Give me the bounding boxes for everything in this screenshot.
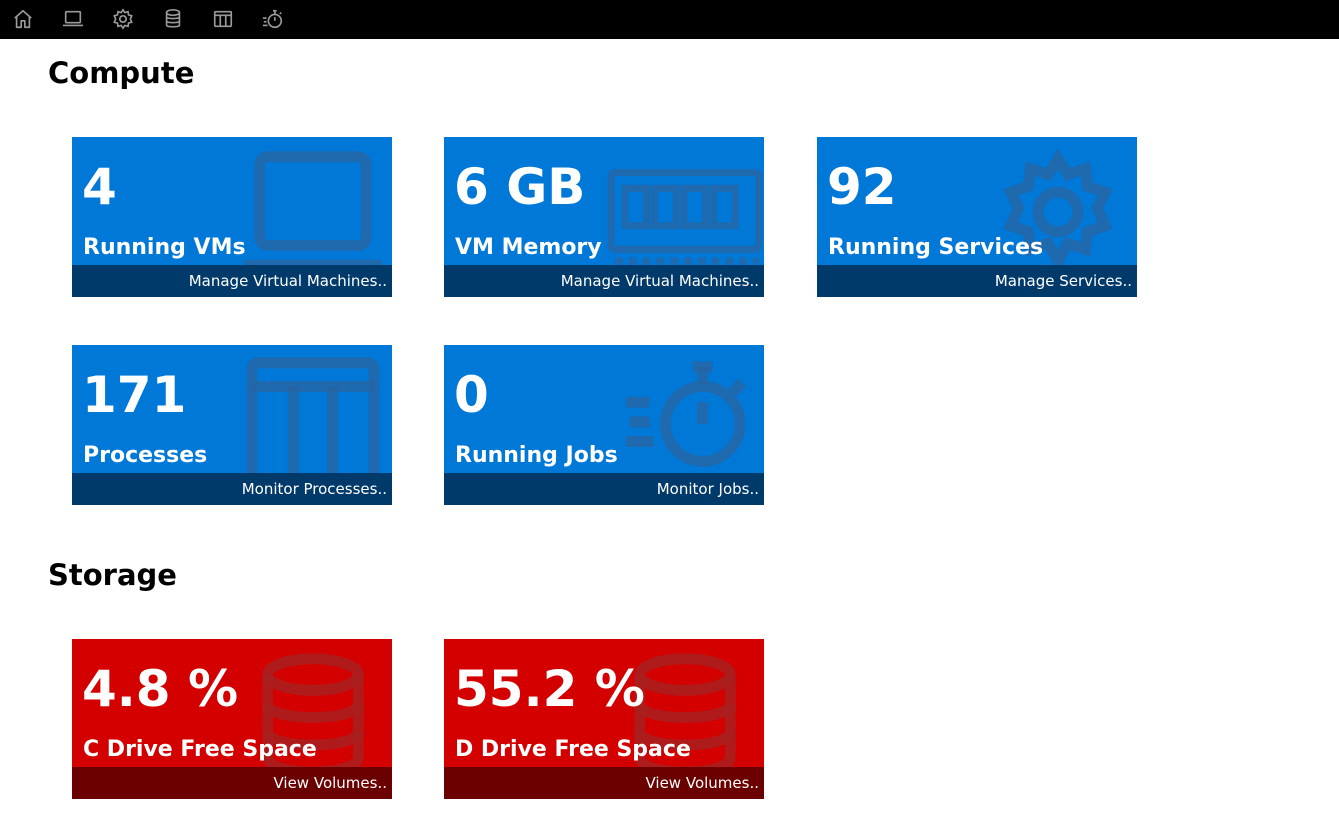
home-icon[interactable]	[12, 8, 34, 30]
storage-section-title: Storage	[48, 558, 177, 592]
laptop-icon	[244, 145, 382, 273]
running-jobs-tile[interactable]: 0 Running Jobs Monitor Jobs..	[444, 345, 764, 505]
columns-icon[interactable]	[212, 8, 234, 30]
laptop-icon[interactable]	[62, 8, 84, 30]
stopwatch-icon[interactable]	[262, 8, 284, 30]
memory-icon	[604, 145, 764, 273]
database-icon[interactable]	[162, 8, 184, 30]
processes-tile[interactable]: 171 Processes Monitor Processes..	[72, 345, 392, 505]
running-jobs-label: Running Jobs	[455, 443, 618, 468]
compute-section-title: Compute	[48, 56, 195, 90]
gear-icon[interactable]	[112, 8, 134, 30]
monitor-processes-link[interactable]: Monitor Processes..	[72, 473, 392, 505]
processes-value: 171	[82, 366, 187, 424]
c-drive-free-label: C Drive Free Space	[83, 737, 317, 762]
d-drive-free-label: D Drive Free Space	[455, 737, 691, 762]
manage-vms-link[interactable]: Manage Virtual Machines..	[72, 265, 392, 297]
running-vms-value: 4	[82, 158, 117, 216]
d-drive-free-value: 55.2 %	[454, 660, 645, 718]
manage-vms-memory-link[interactable]: Manage Virtual Machines..	[444, 265, 764, 297]
d-drive-tile[interactable]: 55.2 % D Drive Free Space View Volumes..	[444, 639, 764, 799]
c-drive-tile[interactable]: 4.8 % C Drive Free Space View Volumes..	[72, 639, 392, 799]
running-jobs-value: 0	[454, 366, 489, 424]
running-vms-tile[interactable]: 4 Running VMs Manage Virtual Machines..	[72, 137, 392, 297]
processes-label: Processes	[83, 443, 208, 468]
view-volumes-link[interactable]: View Volumes..	[444, 767, 764, 799]
vm-memory-value: 6 GB	[454, 158, 586, 216]
vm-memory-tile[interactable]: 6 GB VM Memory Manage Virtual Machines..	[444, 137, 764, 297]
columns-icon	[244, 353, 382, 481]
view-volumes-link[interactable]: View Volumes..	[72, 767, 392, 799]
manage-services-link[interactable]: Manage Services..	[817, 265, 1137, 297]
running-services-value: 92	[827, 158, 897, 216]
top-nav-bar	[0, 0, 1339, 39]
stopwatch-icon	[616, 353, 754, 481]
vm-memory-label: VM Memory	[455, 235, 602, 260]
c-drive-free-value: 4.8 %	[82, 660, 239, 718]
running-services-tile[interactable]: 92 Running Services Manage Services..	[817, 137, 1137, 297]
running-services-label: Running Services	[828, 235, 1044, 260]
running-vms-label: Running VMs	[83, 235, 246, 260]
monitor-jobs-link[interactable]: Monitor Jobs..	[444, 473, 764, 505]
